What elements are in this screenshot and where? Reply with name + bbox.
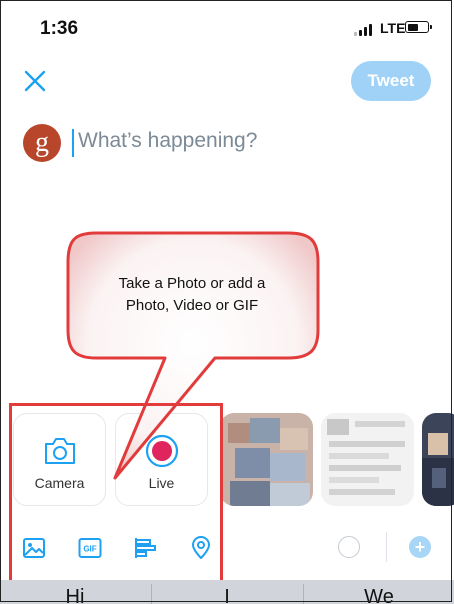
gif-icon: GIF (78, 538, 102, 558)
camera-icon (44, 438, 75, 464)
callout-line-1: Take a Photo or add a (118, 275, 266, 292)
close-button[interactable] (22, 68, 48, 94)
battery-icon (405, 21, 432, 33)
photo-thumbnail[interactable] (321, 413, 414, 506)
photo-thumbnail[interactable] (422, 413, 454, 506)
location-icon (192, 536, 210, 559)
compose-input[interactable]: What’s happening? (78, 129, 257, 153)
suggestion-item[interactable]: I (152, 580, 302, 604)
network-label: LTE (380, 20, 406, 36)
poll-icon (135, 538, 156, 558)
live-label: Live (148, 475, 175, 491)
add-thread-button[interactable]: + (409, 536, 431, 558)
signal-icon (354, 24, 376, 36)
gif-label: GIF (83, 545, 96, 554)
image-icon (23, 538, 45, 558)
avatar: g (23, 124, 61, 162)
status-time: 1:36 (40, 18, 79, 39)
keyboard-suggestions: Hi I We (0, 580, 454, 604)
close-icon (24, 70, 46, 92)
callout-line-2: Photo, Video or GIF (125, 297, 259, 314)
camera-label: Camera (34, 475, 85, 491)
toolbar-divider (386, 532, 387, 562)
suggestion-item[interactable]: We (304, 580, 454, 604)
poll-button[interactable] (133, 536, 157, 560)
camera-button[interactable]: Camera (13, 413, 106, 506)
battery-fill (407, 23, 419, 31)
photo-thumbnail[interactable] (220, 413, 313, 506)
suggestion-item[interactable]: Hi (0, 580, 150, 604)
gif-button[interactable]: GIF (78, 536, 102, 560)
callout-text: Take a Photo or add a Photo, Video or GI… (88, 273, 296, 317)
live-icon (145, 434, 178, 468)
live-button[interactable]: Live (115, 413, 208, 506)
image-button[interactable] (22, 536, 46, 560)
tweet-button[interactable]: Tweet (351, 61, 431, 101)
character-count-ring (338, 536, 360, 558)
location-button[interactable] (189, 536, 213, 560)
text-cursor (72, 129, 74, 157)
